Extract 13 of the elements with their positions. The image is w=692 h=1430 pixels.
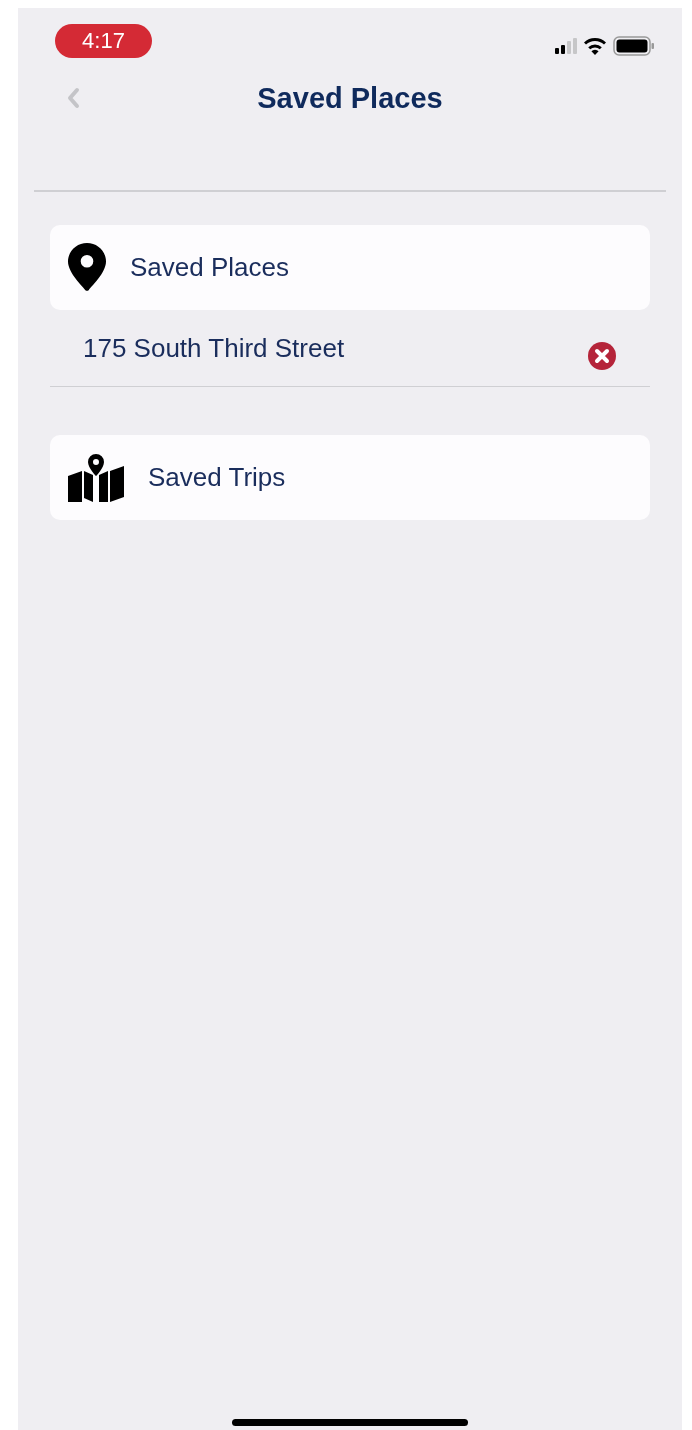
battery-icon [613, 36, 655, 56]
location-pin-icon [68, 243, 106, 291]
remove-icon[interactable] [588, 341, 616, 370]
status-time: 4:17 [55, 24, 152, 58]
place-address[interactable]: 175 South Third Street [83, 333, 345, 364]
section-title: Saved Places [130, 251, 289, 283]
section-card[interactable]: Saved Trips [50, 435, 650, 520]
wifi-icon [583, 37, 607, 55]
screen-title: Saved Places [257, 81, 443, 115]
folded-map-icon [68, 453, 124, 502]
section-card[interactable]: Saved Places [50, 224, 650, 310]
signal-icon [555, 38, 577, 54]
section-title: Saved Trips [148, 462, 286, 493]
